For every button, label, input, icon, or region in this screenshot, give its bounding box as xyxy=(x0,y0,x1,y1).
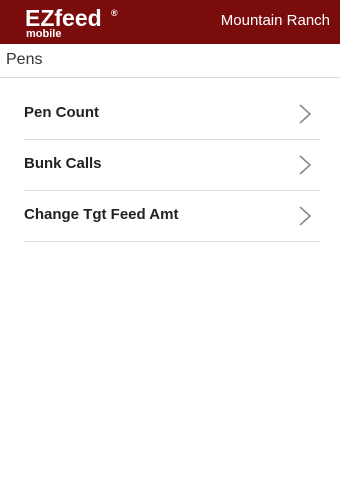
logo-subtitle: mobile xyxy=(26,28,62,40)
menu-item-change-tgt-feed-amt[interactable]: Change Tgt Feed Amt xyxy=(24,191,320,242)
app-screen: EZfeed ® mobile Mountain Ranch Pens Pen … xyxy=(0,0,340,481)
menu-item-pen-count[interactable]: Pen Count xyxy=(24,89,320,140)
menu-item-label: Pen Count xyxy=(24,104,99,121)
chevron-right-icon xyxy=(299,206,312,226)
ranch-name: Mountain Ranch xyxy=(220,12,330,29)
registered-mark: ® xyxy=(111,8,118,18)
chevron-right-icon xyxy=(299,155,312,175)
chevron-right-icon xyxy=(299,104,312,124)
breadcrumb-bar: Pens xyxy=(0,44,340,78)
ezfeed-logo[interactable]: EZfeed ® mobile xyxy=(25,5,135,43)
pens-menu: Pen Count Bunk Calls Change Tgt Feed Amt xyxy=(24,89,320,242)
menu-item-bunk-calls[interactable]: Bunk Calls xyxy=(24,140,320,191)
app-header: EZfeed ® mobile Mountain Ranch xyxy=(0,0,340,44)
menu-item-label: Change Tgt Feed Amt xyxy=(24,206,179,223)
page-title: Pens xyxy=(6,51,43,68)
menu-item-label: Bunk Calls xyxy=(24,155,102,172)
